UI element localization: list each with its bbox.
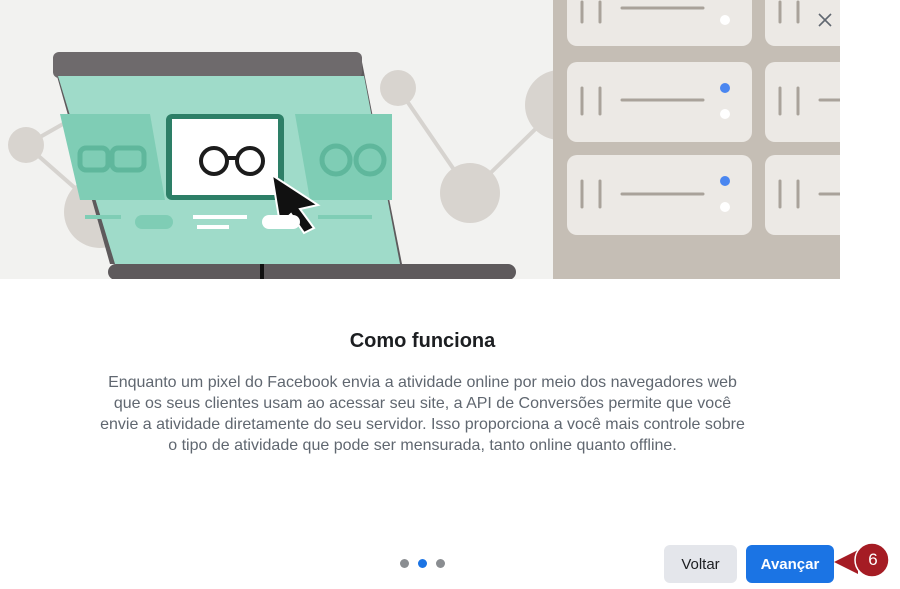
close-button[interactable] bbox=[813, 8, 837, 32]
pagination-dot[interactable] bbox=[400, 559, 409, 568]
close-icon bbox=[818, 13, 832, 27]
laptop-server-illustration bbox=[0, 0, 840, 279]
conversions-api-dialog: Como funciona Enquanto um pixel do Faceb… bbox=[0, 0, 840, 589]
next-button[interactable]: Avançar bbox=[746, 545, 834, 583]
pagination-dot[interactable] bbox=[436, 559, 445, 568]
hero-illustration bbox=[0, 0, 840, 279]
back-button[interactable]: Voltar bbox=[664, 545, 737, 583]
pagination-dot-active[interactable] bbox=[418, 559, 427, 568]
step-marker-badge: 6 bbox=[834, 541, 890, 579]
dialog-description: Enquanto um pixel do Facebook envia a at… bbox=[100, 374, 745, 454]
step-number: 6 bbox=[868, 550, 878, 569]
dialog-title: Como funciona bbox=[349, 330, 496, 352]
pagination-dots bbox=[400, 559, 445, 568]
